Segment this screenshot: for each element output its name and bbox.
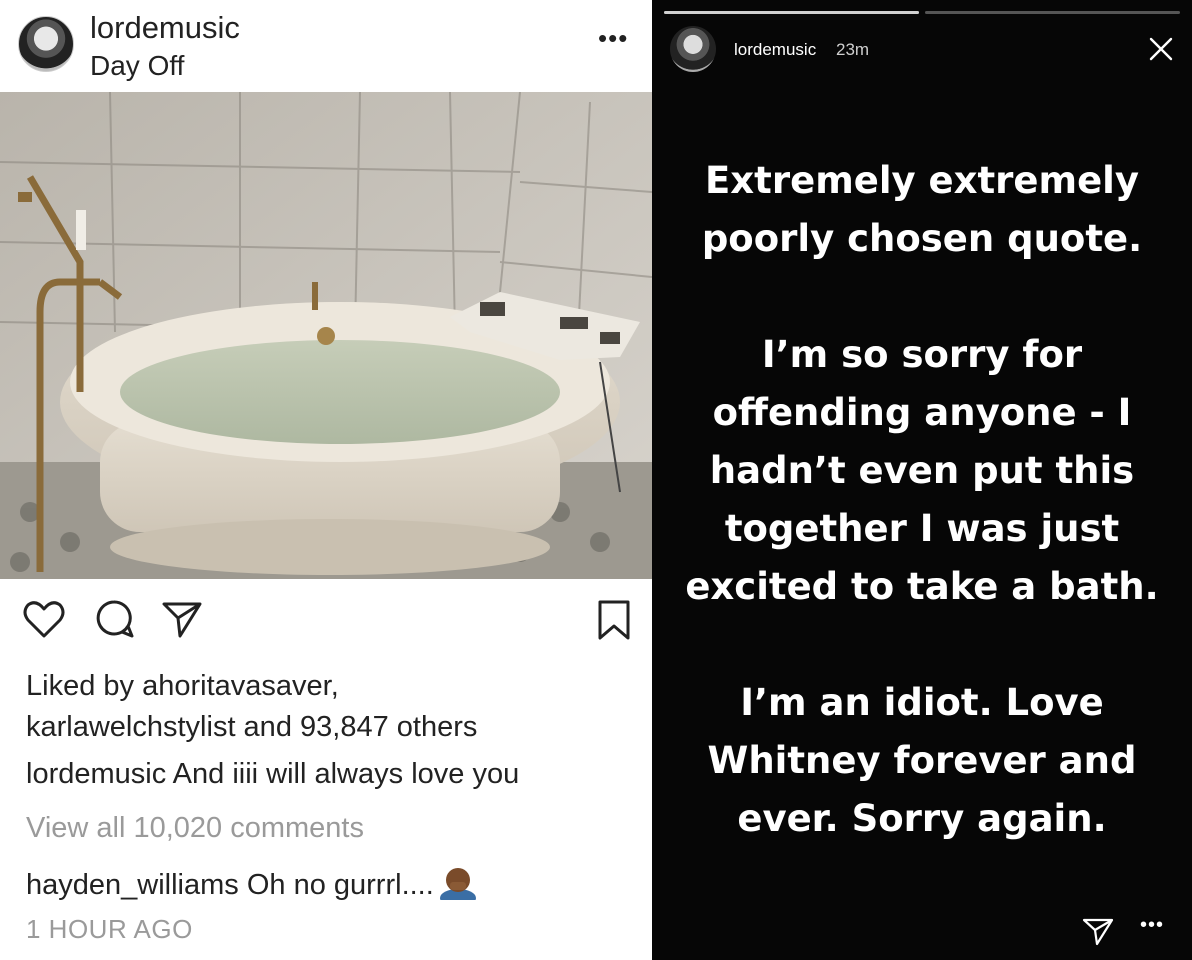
story-username[interactable]: lordemusic <box>734 40 816 60</box>
likes-count-link[interactable]: 93,847 others <box>300 711 477 743</box>
bookmark-icon[interactable] <box>592 596 636 644</box>
post-username[interactable]: lordemusic <box>90 10 240 46</box>
story-paragraph: Extremely extremely poorly chosen quote. <box>701 159 1143 260</box>
post-caption: lordemusic And iiii will always love you <box>26 758 519 791</box>
ellipsis-icon[interactable]: ••• <box>1140 914 1164 937</box>
comment-username[interactable]: hayden_williams <box>26 869 239 901</box>
story-paragraph: I’m so sorry for offending anyone - I ha… <box>685 333 1159 608</box>
likes-prefix: Liked by <box>26 670 143 702</box>
liked-by-user-link[interactable]: ahoritavasaver, <box>142 670 339 702</box>
liked-by-user-link[interactable]: karlawelchstylist <box>26 711 236 743</box>
direct-share-icon[interactable] <box>1082 916 1114 946</box>
comment-icon[interactable] <box>92 596 136 644</box>
post-header: lordemusic Day Off ••• <box>0 0 652 92</box>
story-progress-bar <box>925 11 1180 14</box>
caption-username[interactable]: lordemusic <box>26 758 166 790</box>
avatar[interactable] <box>18 16 74 72</box>
caption-text: And iiii will always love you <box>166 758 520 790</box>
share-icon[interactable] <box>160 596 204 644</box>
facepalm-emoji-icon <box>438 864 478 907</box>
post-actions <box>0 596 652 652</box>
comment-row: hayden_williams Oh no gurrrl.... <box>26 864 478 907</box>
story-text: Extremely extremely poorly chosen quote.… <box>662 152 1182 906</box>
close-icon[interactable] <box>1148 36 1174 62</box>
instagram-story: lordemusic 23m Extremely extremely poorl… <box>652 0 1192 960</box>
story-time: 23m <box>836 40 870 59</box>
post-location[interactable]: Day Off <box>90 50 184 82</box>
story-progress-fill <box>664 11 919 14</box>
post-timestamp: 1 HOUR AGO <box>26 914 193 944</box>
bathtub-photo <box>0 92 652 579</box>
likes-connector: and <box>235 711 300 743</box>
story-paragraph: I’m an idiot. Love Whitney forever and e… <box>707 681 1137 840</box>
likes-summary: Liked by ahoritavasaver, karlawelchstyli… <box>26 666 636 748</box>
instagram-post: lordemusic Day Off ••• Liked by ahoritav… <box>0 0 652 960</box>
story-avatar[interactable] <box>670 26 716 72</box>
story-progress-bar <box>664 11 919 14</box>
view-all-comments-link[interactable]: View all 10,020 comments <box>26 812 364 845</box>
heart-icon[interactable] <box>22 596 66 644</box>
comment-text: Oh no gurrrl.... <box>238 869 434 901</box>
post-photo[interactable] <box>0 92 652 579</box>
ellipsis-icon[interactable]: ••• <box>598 25 628 51</box>
